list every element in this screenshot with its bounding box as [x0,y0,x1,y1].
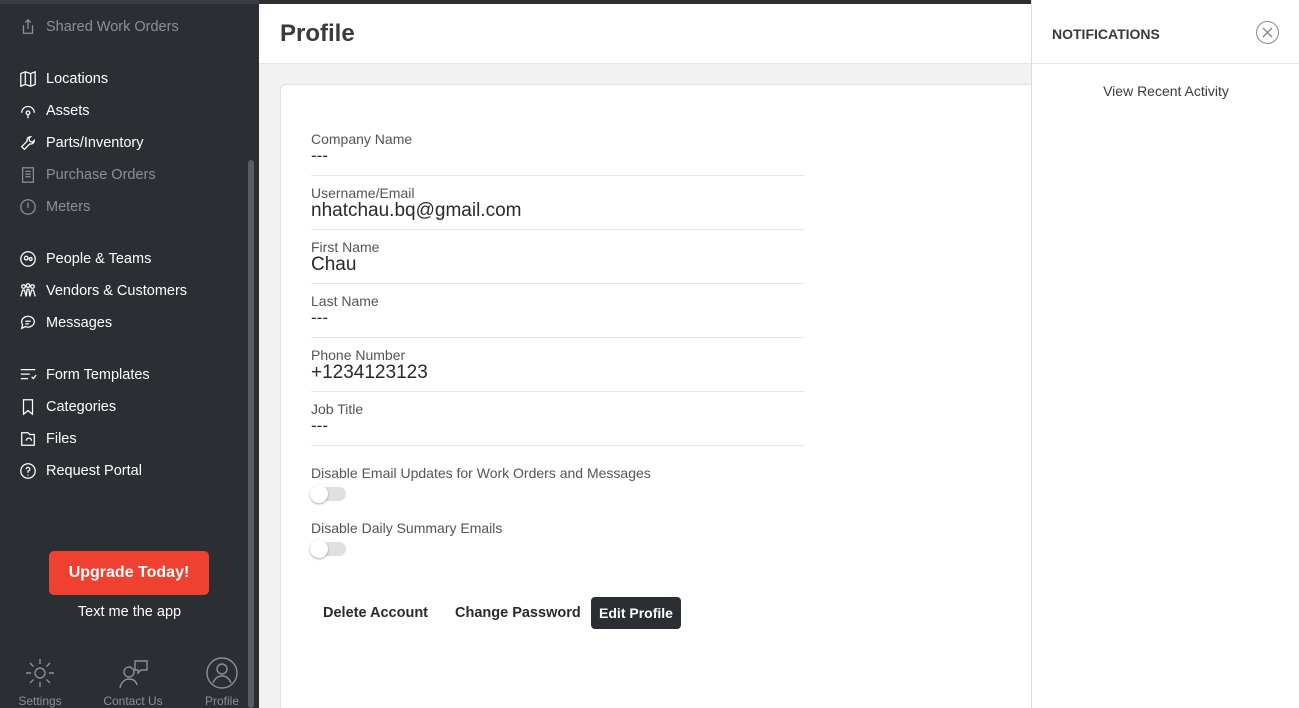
profile-icon [206,657,238,689]
chat-icon [18,314,37,333]
sidebar-item-vendors-customers[interactable]: Vendors & Customers [18,279,187,303]
asset-icon [18,102,37,121]
wrench-icon [18,134,37,153]
view-recent-activity-link[interactable]: View Recent Activity [1032,83,1299,99]
meter-icon [18,198,37,217]
form-icon [18,366,37,385]
settings-button[interactable]: Settings [0,656,80,708]
text-me-app-link[interactable]: Text me the app [0,604,259,620]
sidebar-item-people-teams[interactable]: People & Teams [18,247,151,271]
sidebar-top-band [0,0,259,4]
profile-label: Profile [204,694,239,708]
page-header: Profile [259,4,1031,64]
sidebar-item-label: Purchase Orders [46,167,156,183]
sidebar-item-label: Messages [46,315,113,331]
contact-us-button[interactable]: Contact Us [93,656,173,708]
sidebar-item-request-portal[interactable]: Request Portal [18,459,142,483]
sidebar-item-categories[interactable]: Categories [18,395,116,419]
sidebar-item-label: Assets [46,103,90,119]
sidebar-item-label: Files [46,431,77,447]
phone-number-field: Phone Number +1234123123 [311,347,805,392]
close-notifications-button[interactable] [1256,21,1279,44]
contact-us-label: Contact Us [103,694,163,708]
sidebar-item-label: Categories [46,399,117,415]
field-label: Phone Number [311,347,406,363]
toggle-label: Disable Daily Summary Emails [311,520,503,536]
email-updates-toggle-row: Disable Email Updates for Work Orders an… [310,465,651,503]
contact-icon [119,660,148,689]
field-value: --- [311,416,328,435]
last-name-field: Last Name --- [311,293,805,338]
edit-profile-button[interactable]: Edit Profile [591,597,681,629]
sidebar-scrollbar[interactable] [248,160,254,708]
sidebar-item-files[interactable]: Files [18,427,77,451]
sidebar-item-assets[interactable]: Assets [18,99,90,123]
delete-account-button[interactable]: Delete Account [323,597,428,629]
daily-summary-toggle-row: Disable Daily Summary Emails [310,520,503,558]
sidebar-item-label: Request Portal [46,463,142,479]
field-value: --- [311,308,328,327]
field-value: nhatchau.bq@gmail.com [311,200,522,221]
page-title: Profile [280,20,355,47]
settings-label: Settings [18,694,62,708]
sidebar-item-label: Meters [46,199,91,215]
field-value: +1234123123 [311,362,428,383]
notifications-header: NOTIFICATIONS [1032,0,1299,64]
sidebar-item-label: People & Teams [46,251,152,267]
toggle-knob [310,540,328,558]
upgrade-button[interactable]: Upgrade Today! [49,551,209,595]
sidebar-item-label: Locations [46,71,109,87]
sidebar-item-messages[interactable]: Messages [18,311,112,335]
question-icon [18,462,37,481]
toggle-knob [310,485,328,503]
vendors-icon [18,282,37,301]
job-title-field: Job Title --- [311,401,805,446]
close-icon [1262,27,1273,38]
profile-button[interactable]: Profile [182,656,259,708]
field-label: Username/Email [311,185,415,201]
field-label: Company Name [311,131,413,147]
sidebar-item-label: Form Templates [46,367,150,383]
field-value: --- [311,146,328,165]
sidebar: Shared Work Orders Locations Assets Part… [0,0,259,708]
gear-icon [26,659,54,687]
field-value: Chau [311,254,357,275]
email-updates-toggle[interactable] [310,485,346,503]
sidebar-item-shared-work-orders[interactable]: Shared Work Orders [18,15,179,39]
sidebar-item-parts-inventory[interactable]: Parts/Inventory [18,131,144,155]
map-icon [18,70,37,89]
document-icon [18,166,37,185]
sidebar-item-form-templates[interactable]: Form Templates [18,363,150,387]
field-label: Last Name [311,293,379,309]
share-icon [18,18,37,37]
change-password-button[interactable]: Change Password [455,597,581,629]
notifications-panel: NOTIFICATIONS View Recent Activity [1031,0,1299,708]
people-icon [18,250,37,269]
daily-summary-toggle[interactable] [310,540,346,558]
username-email-field: Username/Email nhatchau.bq@gmail.com [311,185,805,230]
company-name-field: Company Name --- [311,131,805,176]
sidebar-item-label: Parts/Inventory [46,135,144,151]
field-label: First Name [311,239,380,255]
sidebar-item-label: Shared Work Orders [46,19,179,35]
bookmark-icon [18,398,37,417]
sidebar-item-meters[interactable]: Meters [18,195,90,219]
sidebar-item-label: Vendors & Customers [46,283,188,299]
toggle-label: Disable Email Updates for Work Orders an… [311,465,651,481]
file-icon [18,430,37,449]
first-name-field: First Name Chau [311,239,805,284]
notifications-title: NOTIFICATIONS [1052,26,1160,42]
sidebar-item-locations[interactable]: Locations [18,67,108,91]
field-label: Job Title [311,401,364,417]
sidebar-item-purchase-orders[interactable]: Purchase Orders [18,163,156,187]
